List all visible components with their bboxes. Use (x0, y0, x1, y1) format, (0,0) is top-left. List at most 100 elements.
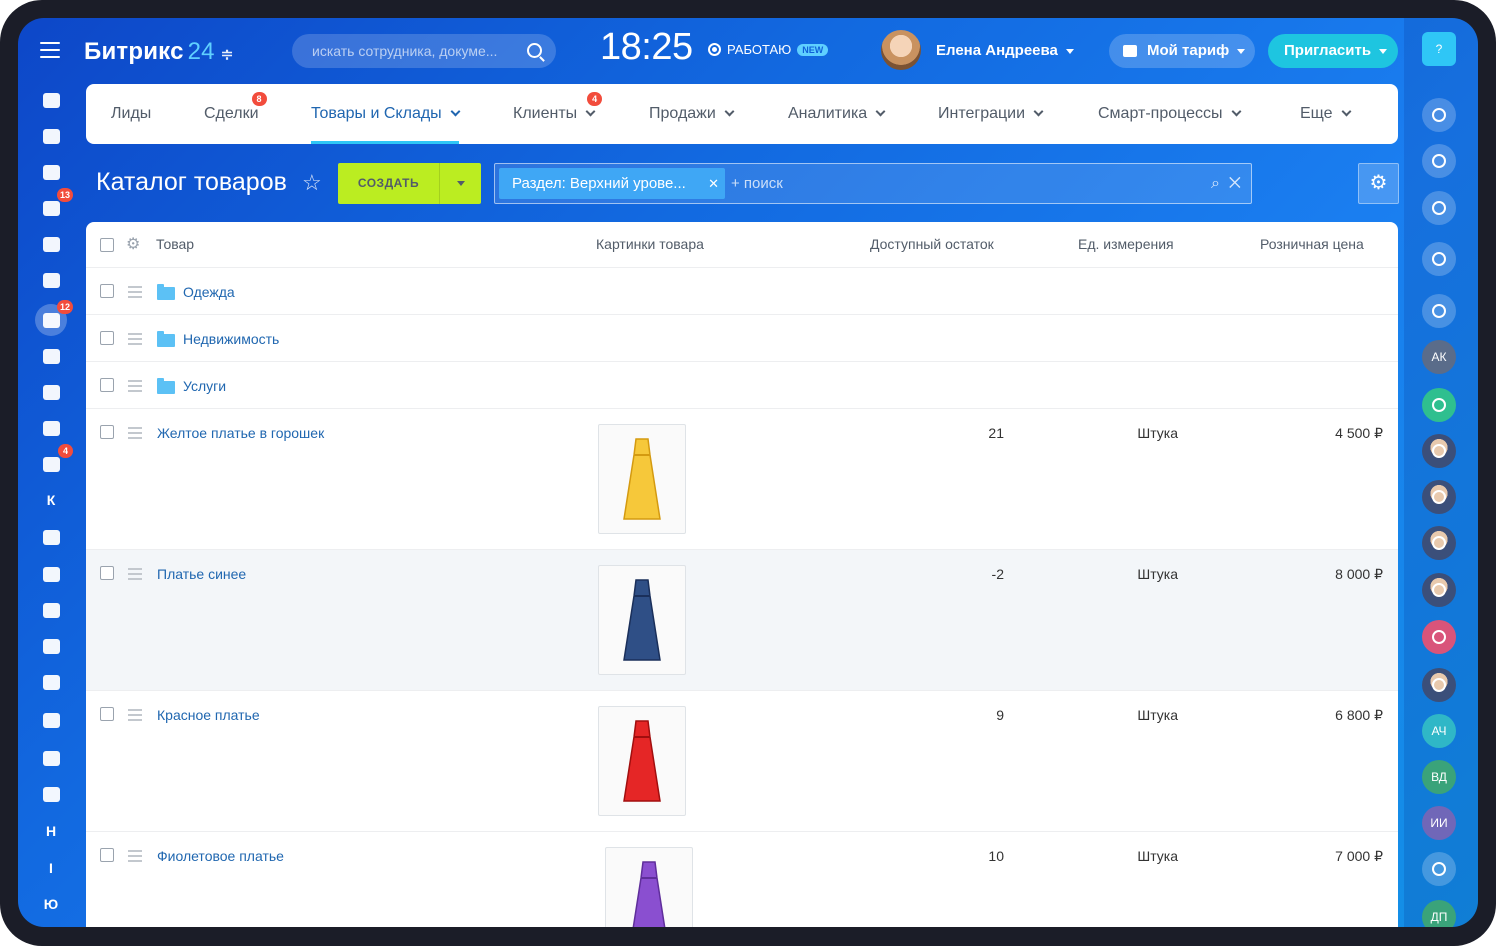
tab-3[interactable]: Клиенты 4 (513, 84, 603, 144)
section-link[interactable]: Одежда (183, 284, 235, 300)
product-link[interactable]: Желтое платье в горошек (157, 425, 324, 441)
search-input[interactable]: искать сотрудника, докуме... (292, 34, 556, 68)
column-header-images[interactable]: Картинки товара (596, 236, 704, 252)
section-link[interactable]: Услуги (183, 378, 226, 394)
table-row[interactable]: Фиолетовое платье 10 Штука 7 000 ₽ (86, 832, 1398, 927)
sidebar-item-calendar[interactable] (35, 228, 67, 260)
contact-photo-3[interactable] (1422, 526, 1456, 560)
section-row[interactable]: Одежда (86, 268, 1398, 315)
drag-handle-icon[interactable] (128, 286, 142, 301)
search-icon[interactable] (527, 43, 542, 58)
settings-button[interactable]: ⚙ (1358, 163, 1399, 204)
sidebar-item-tasks[interactable]: 13 (35, 188, 73, 224)
notifications-button[interactable] (1422, 144, 1456, 178)
sidebar-item-docs[interactable] (35, 264, 67, 296)
filter-search-bar[interactable]: Раздел: Верхний урове... ✕ + поиск ⌕ ✕ (494, 163, 1252, 204)
sidebar-item-chat[interactable] (35, 156, 67, 188)
create-dropdown-button[interactable] (439, 163, 481, 204)
filter-search-input[interactable]: + поиск (731, 164, 783, 203)
tab-6[interactable]: Интеграции (938, 84, 1044, 144)
column-header-product[interactable]: Товар (156, 236, 194, 252)
contact-photo-1[interactable] (1422, 434, 1456, 468)
sidebar-item-forms[interactable] (35, 742, 67, 774)
invite-button[interactable]: Пригласить (1268, 34, 1398, 68)
gear-icon[interactable]: ⚙ (126, 234, 140, 254)
theme-switch-icon[interactable]: ≑ (221, 46, 234, 63)
contact-photo-4[interactable] (1422, 573, 1456, 607)
product-link[interactable]: Красное платье (157, 707, 260, 723)
row-checkbox[interactable] (100, 848, 114, 862)
sidebar-item-yu[interactable]: Ю (35, 888, 67, 920)
star-icon[interactable]: ☆ (302, 170, 322, 196)
sidebar-item-analytics[interactable] (35, 778, 67, 810)
sidebar-item-i[interactable]: І (35, 852, 67, 884)
blue-dress-thumbnail[interactable] (598, 565, 686, 675)
contact-vd[interactable]: ВД (1422, 760, 1456, 794)
work-status[interactable]: РАБОТАЮ NEW (708, 42, 829, 57)
drag-handle-icon[interactable] (128, 333, 142, 348)
openlines-button[interactable] (1422, 98, 1456, 132)
table-row[interactable]: Платье синее -2 Штука 8 000 ₽ (86, 550, 1398, 691)
row-checkbox[interactable] (100, 425, 114, 439)
search-button[interactable] (1422, 242, 1456, 276)
sidebar-item-news[interactable] (35, 120, 67, 152)
user-avatar[interactable] (881, 30, 921, 70)
contact-photo-5[interactable] (1422, 668, 1456, 702)
section-row[interactable]: Недвижимость (86, 315, 1398, 362)
app-logo[interactable]: Битрикс 24 ≑ (84, 38, 234, 66)
sidebar-item-h[interactable]: Н (35, 815, 67, 847)
column-header-stock[interactable]: Доступный остаток (870, 236, 994, 252)
sidebar-item-k[interactable]: К (35, 484, 67, 516)
product-link[interactable]: Фиолетовое платье (157, 848, 284, 864)
sidebar-item-crm[interactable]: 12 (35, 300, 73, 336)
sidebar-item-shop[interactable] (35, 594, 67, 626)
section-row[interactable]: Услуги (86, 362, 1398, 409)
contact-dp[interactable]: ДП (1422, 900, 1456, 927)
help-button[interactable]: ? (1422, 32, 1456, 66)
table-row[interactable]: Красное платье 9 Штука 6 800 ₽ (86, 691, 1398, 832)
tab-1[interactable]: Сделки 8 (204, 84, 267, 144)
drag-handle-icon[interactable] (128, 850, 142, 865)
messages-button[interactable] (1422, 191, 1456, 225)
drag-handle-icon[interactable] (128, 380, 142, 395)
drag-handle-icon[interactable] (128, 709, 142, 724)
row-checkbox[interactable] (100, 331, 114, 345)
close-icon[interactable]: ✕ (708, 168, 719, 199)
tab-7[interactable]: Смарт-процессы (1098, 84, 1241, 144)
general-chat-button[interactable] (1422, 294, 1456, 328)
sidebar-item-groups[interactable] (35, 412, 67, 444)
clear-icon[interactable]: ✕ (1229, 175, 1241, 192)
search-icon[interactable]: ⌕ (1211, 175, 1220, 192)
section-link[interactable]: Недвижимость (183, 331, 279, 347)
sidebar-item-goals[interactable] (35, 558, 67, 590)
group-chat-button[interactable] (1422, 620, 1456, 654)
sidebar-item-drive[interactable] (35, 376, 67, 408)
drag-handle-icon[interactable] (128, 568, 142, 583)
row-checkbox[interactable] (100, 378, 114, 392)
contact-ak[interactable]: АК (1422, 340, 1456, 374)
red-dress-thumbnail[interactable] (598, 706, 686, 816)
sidebar-item-feed[interactable] (35, 84, 67, 116)
drag-handle-icon[interactable] (128, 427, 142, 442)
row-checkbox[interactable] (100, 707, 114, 721)
column-header-price[interactable]: Розничная цена (1260, 236, 1364, 252)
table-row[interactable]: Желтое платье в горошек 21 Штука 4 500 ₽ (86, 409, 1398, 550)
filter-tag[interactable]: Раздел: Верхний урове... ✕ (499, 168, 725, 199)
sidebar-item-company[interactable] (35, 521, 67, 553)
sidebar-item-bots[interactable] (35, 666, 67, 698)
sidebar-item-inventory[interactable] (35, 704, 67, 736)
row-checkbox[interactable] (100, 284, 114, 298)
sidebar-item-contacts[interactable] (35, 630, 67, 662)
tab-8[interactable]: Еще (1300, 84, 1352, 144)
sidebar-item-sign[interactable] (35, 340, 67, 372)
user-menu[interactable]: Елена Андреева (936, 42, 1074, 59)
clock[interactable]: 18:25 (600, 26, 693, 69)
notes-button[interactable] (1422, 388, 1456, 422)
tab-4[interactable]: Продажи (649, 84, 735, 144)
product-link[interactable]: Платье синее (157, 566, 246, 582)
tab-0[interactable]: Лиды (111, 84, 151, 144)
purple-dress-thumbnail[interactable] (605, 847, 693, 927)
yellow-dress-thumbnail[interactable] (598, 424, 686, 534)
contact-ach[interactable]: АЧ (1422, 714, 1456, 748)
tab-2[interactable]: Товары и Склады (311, 84, 461, 144)
